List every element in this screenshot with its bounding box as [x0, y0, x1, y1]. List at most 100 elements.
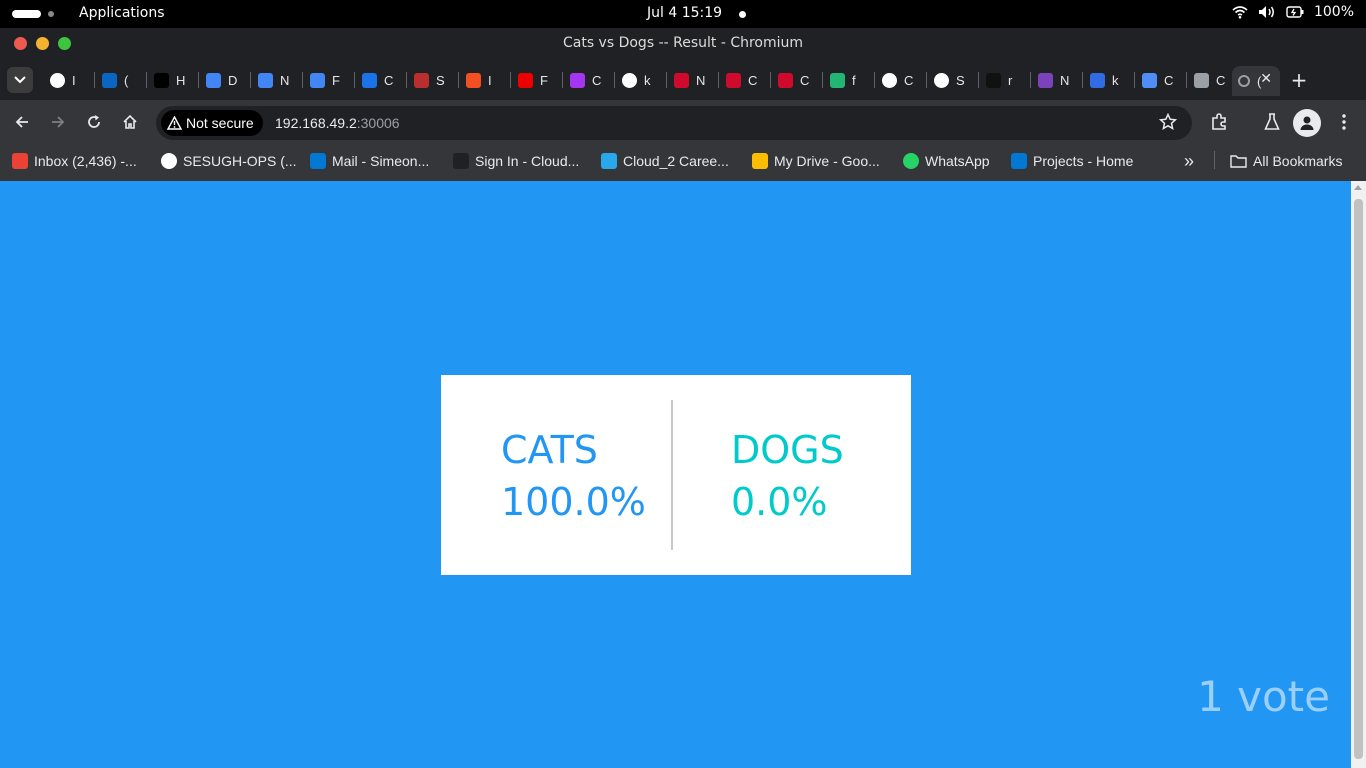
tab-title: C: [904, 72, 914, 88]
person-icon: [1300, 116, 1314, 130]
tab-18[interactable]: r: [980, 66, 1030, 94]
all-bookmarks-label: All Bookmarks: [1253, 153, 1343, 169]
tab-21[interactable]: C: [1136, 66, 1186, 94]
tab-22[interactable]: C: [1188, 66, 1238, 94]
result-divider: [671, 400, 673, 550]
tab-14[interactable]: C: [772, 66, 822, 94]
scroll-up-arrow-icon[interactable]: [1354, 185, 1362, 190]
tab-close-icon[interactable]: ✕: [1260, 71, 1272, 87]
tab-2[interactable]: H: [148, 66, 198, 94]
dogs-label: DOGS: [731, 428, 844, 472]
tab-16[interactable]: C: [876, 66, 926, 94]
tab-title: k: [1112, 72, 1119, 88]
tab-19[interactable]: N: [1032, 66, 1082, 94]
tab-separator: [874, 72, 875, 88]
tab-title: F: [540, 72, 548, 88]
redhat-icon: [518, 72, 533, 88]
scribd-icon: [414, 72, 429, 88]
chevron-down-icon: [14, 76, 26, 84]
bookmark-item[interactable]: Cloud_2 Caree...: [601, 151, 729, 171]
tab-3[interactable]: D: [200, 66, 250, 94]
tab-7[interactable]: S: [408, 66, 458, 94]
tab-separator: [510, 72, 511, 88]
bookmark-item[interactable]: My Drive - Goo...: [752, 151, 880, 171]
tab-17[interactable]: S: [928, 66, 978, 94]
workspace-indicator[interactable]: [12, 10, 41, 18]
url-text[interactable]: 192.168.49.2:30006: [275, 115, 400, 131]
tab-active[interactable]: ( ✕: [1232, 66, 1280, 96]
home-button[interactable]: [118, 110, 142, 134]
vote-count: 1 vote: [1197, 672, 1330, 721]
tab-10[interactable]: C: [564, 66, 614, 94]
url-port: :30006: [356, 115, 400, 131]
bookmark-item[interactable]: SESUGH-OPS (...: [161, 151, 297, 171]
menu-button[interactable]: [1332, 110, 1356, 134]
bookmark-item[interactable]: WhatsApp: [903, 151, 990, 171]
extensions-button[interactable]: [1207, 110, 1231, 134]
tab-4[interactable]: N: [252, 66, 302, 94]
tab-separator: [354, 72, 355, 88]
home-icon: [123, 114, 137, 129]
tab-15[interactable]: f: [824, 66, 874, 94]
page-scrollbar[interactable]: [1351, 181, 1366, 768]
folder-icon: [1230, 155, 1247, 168]
bookmark-label: WhatsApp: [925, 153, 990, 169]
tab-separator: [1134, 72, 1135, 88]
tab-9[interactable]: F: [512, 66, 562, 94]
workspace-dot[interactable]: [48, 11, 54, 17]
tab-title: F: [332, 72, 340, 88]
system-top-bar: Applications Jul 4 15:19 100%: [0, 0, 1366, 28]
volume-icon: [1258, 6, 1274, 18]
cats-label: CATS: [501, 428, 598, 472]
fi-icon: [830, 72, 845, 88]
forward-button[interactable]: [46, 110, 70, 134]
huawei-icon: [674, 72, 689, 88]
udemy-icon: [570, 72, 585, 88]
tab-title: C: [1164, 72, 1174, 88]
bookmarks-overflow-button[interactable]: »: [1184, 151, 1194, 171]
microsoft-icon: [466, 72, 481, 88]
tab-title: C: [1216, 72, 1226, 88]
bookmarks-divider: [1214, 151, 1215, 169]
notification-dot: [739, 11, 746, 18]
security-chip[interactable]: Not secure: [161, 110, 263, 136]
bookmark-item[interactable]: Projects - Home: [1011, 151, 1133, 171]
bookmark-label: Cloud_2 Caree...: [623, 153, 729, 169]
tab-1[interactable]: (: [96, 66, 146, 94]
new-tab-button[interactable]: +: [1287, 68, 1311, 92]
scrollbar-thumb[interactable]: [1354, 199, 1363, 759]
applications-menu[interactable]: Applications: [79, 5, 165, 21]
cloud-icon: [453, 153, 469, 169]
tab-12[interactable]: N: [668, 66, 718, 94]
tab-0[interactable]: I: [44, 66, 94, 94]
tab-separator: [302, 72, 303, 88]
tab-5[interactable]: F: [304, 66, 354, 94]
labs-button[interactable]: [1260, 110, 1284, 134]
profile-avatar[interactable]: [1293, 109, 1321, 137]
tab-title: D: [228, 72, 238, 88]
tab-11[interactable]: k: [616, 66, 666, 94]
tab-6[interactable]: C: [356, 66, 406, 94]
dark-icon: [986, 72, 1001, 88]
tab-13[interactable]: C: [720, 66, 770, 94]
bookmark-item[interactable]: Inbox (2,436) -...: [12, 151, 137, 171]
tab-20[interactable]: k: [1084, 66, 1134, 94]
all-bookmarks-button[interactable]: All Bookmarks: [1230, 151, 1342, 171]
linkedin-icon: [102, 72, 117, 88]
clock[interactable]: Jul 4 15:19: [647, 5, 722, 21]
tab-8[interactable]: I: [460, 66, 510, 94]
battery-icon: [1286, 6, 1304, 18]
back-button[interactable]: [10, 110, 34, 134]
bookmark-item[interactable]: Sign In - Cloud...: [453, 151, 579, 171]
bookmark-label: SESUGH-OPS (...: [183, 153, 297, 169]
tab-search-button[interactable]: [7, 67, 33, 93]
system-tray[interactable]: 100%: [1232, 4, 1354, 20]
tab-title: H: [176, 72, 186, 88]
bookmark-star-button[interactable]: [1156, 110, 1180, 134]
gemini-icon: [1142, 72, 1157, 88]
github-icon: [161, 153, 177, 169]
reload-button[interactable]: [82, 110, 106, 134]
bookmark-item[interactable]: Mail - Simeon...: [310, 151, 429, 171]
dogs-percent: 0.0%: [731, 480, 828, 524]
gmail-icon: [12, 153, 28, 169]
